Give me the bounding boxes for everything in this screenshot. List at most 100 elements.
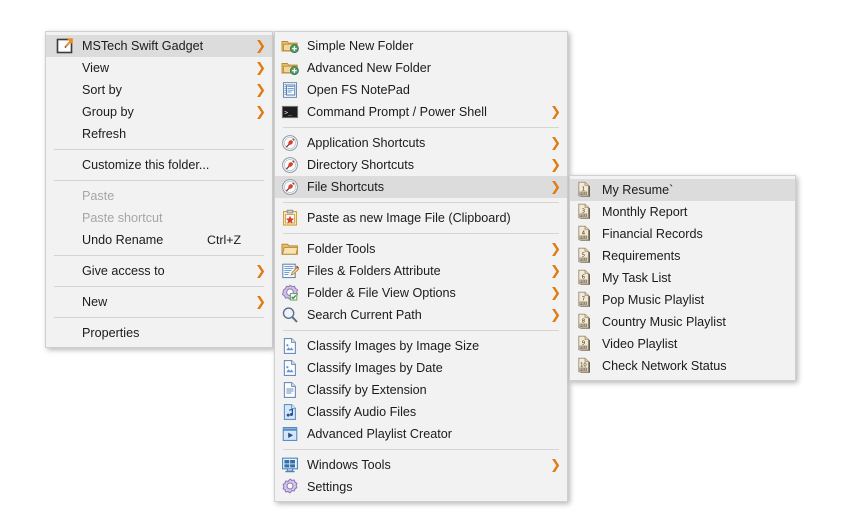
menu-item-icon-placeholder [56,103,74,121]
menu-item-icon-placeholder [56,209,74,227]
menu-item-sort-by[interactable]: Sort by ❯ [46,79,272,101]
menu-separator [283,233,559,234]
menu-separator [54,180,264,181]
menu-item-icon-placeholder [56,324,74,342]
chevron-right-icon: ❯ [255,82,266,98]
menu-item-advanced-new-folder[interactable]: Advanced New Folder❯ [275,57,567,79]
chevron-right-icon: ❯ [550,457,561,473]
menu-item-folder-file-view-options[interactable]: Folder & File View Options ❯ [275,282,567,304]
menu-item-label: Give access to [82,264,165,278]
menu-item-mstech-swift-gadget[interactable]: MSTech Swift Gadget ❯ [46,35,272,57]
svg-text:FILE: FILE [580,191,587,195]
notepad-icon [281,81,299,99]
menu-item-properties[interactable]: Properties❯ [46,322,272,344]
menu-item-settings[interactable]: Settings❯ [275,476,567,498]
menu-item-simple-new-folder[interactable]: Simple New Folder❯ [275,35,567,57]
menu-item-undo-rename[interactable]: Undo RenameCtrl+Z❯ [46,229,272,251]
menu-item-file-shortcuts[interactable]: File Shortcuts ❯ [275,176,567,198]
magnifier-icon [281,306,299,324]
menu-item-advanced-playlist-creator[interactable]: Advanced Playlist Creator❯ [275,423,567,445]
menu-item-directory-shortcuts[interactable]: Directory Shortcuts ❯ [275,154,567,176]
menu-item-label: Classify by Extension [307,383,427,397]
new-folder-icon [281,37,299,55]
menu-item-customize-this-folder[interactable]: Customize this folder...❯ [46,154,272,176]
menu-item-icon-placeholder [56,293,74,311]
folder-background-context-menu[interactable]: MSTech Swift Gadget ❯ View ❯ Sort by ❯ Group b… [45,31,273,348]
menu-item-label: Classify Audio Files [307,405,417,419]
menu-item-label: Folder Tools [307,242,376,256]
playlist-icon [281,425,299,443]
chevron-right-icon: ❯ [550,263,561,279]
menu-item-monthly-report[interactable]: 3FILEMonthly Report❯ [570,201,795,223]
menu-item-icon-placeholder [56,262,74,280]
menu-separator [54,255,264,256]
menu-item-financial-records[interactable]: 4FILEFinancial Records❯ [570,223,795,245]
menu-item-classify-images-by-date[interactable]: Classify Images by Date❯ [275,357,567,379]
menu-item-requirements[interactable]: 5FILERequirements❯ [570,245,795,267]
menu-item-refresh[interactable]: Refresh❯ [46,123,272,145]
menu-separator [283,449,559,450]
menu-separator [283,202,559,203]
menu-item-video-playlist[interactable]: 9FILEVideo Playlist❯ [570,333,795,355]
chevron-right-icon: ❯ [255,60,266,76]
menu-item-label: Financial Records [602,227,703,241]
menu-item-label: Group by [82,105,134,119]
menu-item-label: Video Playlist [602,337,678,351]
menu-item-classify-audio-files[interactable]: Classify Audio Files❯ [275,401,567,423]
menu-item-open-fs-notepad[interactable]: Open FS NotePad❯ [275,79,567,101]
menu-separator [283,127,559,128]
menu-item-folder-tools[interactable]: Folder Tools ❯ [275,238,567,260]
menu-item-my-task-list[interactable]: 6FILEMy Task List❯ [570,267,795,289]
menu-item-label: Advanced Playlist Creator [307,427,452,441]
file-shortcuts-submenu[interactable]: 1FILEMy Resume`❯3FILEMonthly Report❯4FIL… [569,175,796,381]
menu-item-my-resume[interactable]: 1FILEMy Resume`❯ [570,179,795,201]
svg-text:>_: >_ [284,109,292,117]
menu-item-check-network-status[interactable]: 10FILECheck Network Status❯ [570,355,795,377]
menu-separator [54,317,264,318]
menu-item-country-music-playlist[interactable]: 8FILECountry Music Playlist❯ [570,311,795,333]
menu-item-label: Sort by [82,83,122,97]
menu-item-classify-by-extension[interactable]: Classify by Extension❯ [275,379,567,401]
chevron-right-icon: ❯ [550,135,561,151]
menu-item-classify-images-by-image-size[interactable]: Classify Images by Image Size❯ [275,335,567,357]
pushpin-icon [281,134,299,152]
menu-item-label: Folder & File View Options [307,286,456,300]
menu-item-windows-tools[interactable]: Windows Tools ❯ [275,454,567,476]
file-shortcut-icon: 3 FILE [576,203,594,221]
menu-item-label: Files & Folders Attribute [307,264,441,278]
menu-item-search-current-path[interactable]: Search Current Path ❯ [275,304,567,326]
menu-item-view[interactable]: View ❯ [46,57,272,79]
mstech-swift-gadget-icon [56,37,74,55]
menu-item-accelerator: Ctrl+Z [207,233,242,247]
menu-item-group-by[interactable]: Group by ❯ [46,101,272,123]
chevron-right-icon: ❯ [550,307,561,323]
file-shortcut-icon: 9 FILE [576,335,594,353]
menu-item-label: Check Network Status [602,359,727,373]
menu-separator [283,330,559,331]
menu-item-label: Requirements [602,249,681,263]
menu-item-label: Paste as new Image File (Clipboard) [307,211,511,225]
menu-item-paste-as-new-image-file-clipboard[interactable]: Paste as new Image File (Clipboard)❯ [275,207,567,229]
view-options-gear-icon [281,284,299,302]
menu-item-application-shortcuts[interactable]: Application Shortcuts ❯ [275,132,567,154]
svg-text:FILE: FILE [580,279,587,283]
menu-item-label: Windows Tools [307,458,391,472]
menu-item-icon-placeholder [56,59,74,77]
menu-item-command-prompt-power-shell[interactable]: >_ Command Prompt / Power Shell ❯ [275,101,567,123]
file-shortcut-icon: 1 FILE [576,181,594,199]
file-shortcut-icon: 8 FILE [576,313,594,331]
windows-tools-icon [281,456,299,474]
menu-item-label: Classify Images by Date [307,361,443,375]
menu-item-files-folders-attribute[interactable]: Files & Folders Attribute ❯ [275,260,567,282]
menu-item-pop-music-playlist[interactable]: 7FILEPop Music Playlist❯ [570,289,795,311]
mstech-swift-gadget-submenu[interactable]: Simple New Folder❯Advanced New Folder❯Op… [274,31,568,502]
menu-item-give-access-to[interactable]: Give access to ❯ [46,260,272,282]
chevron-right-icon: ❯ [550,104,561,120]
console-icon: >_ [281,103,299,121]
menu-item-label: Country Music Playlist [602,315,726,329]
menu-item-paste-shortcut: Paste shortcut❯ [46,207,272,229]
menu-item-label: Simple New Folder [307,39,414,53]
menu-item-new[interactable]: New ❯ [46,291,272,313]
audio-file-icon [281,403,299,421]
chevron-right-icon: ❯ [255,263,266,279]
